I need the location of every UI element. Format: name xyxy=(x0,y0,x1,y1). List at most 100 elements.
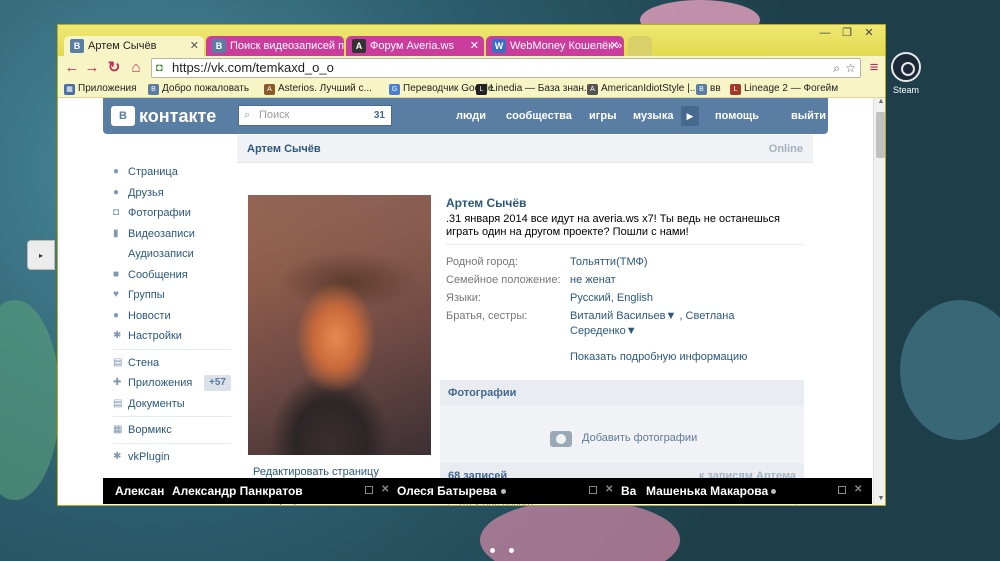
photos-heading: Фотографии xyxy=(448,387,517,399)
reload-icon[interactable]: ↻ xyxy=(104,58,124,78)
bookmark-item[interactable]: L Linedia — База знан... xyxy=(474,80,592,97)
google-translate-icon: G xyxy=(389,84,400,95)
bookmark-item[interactable]: A AmericanIdiotStyle |... xyxy=(585,80,698,97)
nav-games[interactable]: игры xyxy=(589,98,616,134)
menu-videos[interactable]: ▮ Видеозаписи xyxy=(113,226,195,242)
menu-vkplugin[interactable]: ✱ vkPlugin xyxy=(113,449,170,465)
tab-webmoney[interactable]: W WebMoney Кошелёк » Ко ✕ xyxy=(486,36,624,56)
scroll-down-icon[interactable]: ▼ xyxy=(874,495,885,505)
info-value-siblings[interactable]: Виталий Васильев▼ , Светлана xyxy=(570,310,734,322)
lineage-icon: L xyxy=(730,84,741,95)
photos-block-header[interactable]: Фотографии xyxy=(440,380,804,406)
chat-tab[interactable]: Машенька Макарова xyxy=(646,478,771,504)
nav-people[interactable]: люди xyxy=(456,98,486,134)
tab-averia-forum[interactable]: A Форум Averia.ws ✕ xyxy=(346,36,484,56)
page-scrollbar[interactable]: ▲ ▼ xyxy=(873,98,885,505)
profile-photo[interactable] xyxy=(248,195,431,455)
menu-apps[interactable]: ✚ Приложения xyxy=(113,375,192,391)
new-tab-button[interactable] xyxy=(628,36,652,56)
side-panel-handle[interactable]: ▸ xyxy=(27,240,55,270)
info-value-siblings-cont[interactable]: Середенко▼ xyxy=(570,325,637,337)
chat-name: Алексан xyxy=(115,484,165,498)
chat-name: Машенька Макарова xyxy=(646,484,769,498)
online-dot-icon xyxy=(501,489,506,494)
chat-tab[interactable]: Олеся Батырева xyxy=(397,478,507,504)
menu-news[interactable]: ● Новости xyxy=(113,308,171,324)
window-close-icon[interactable]: ✕ xyxy=(858,25,880,41)
back-arrow-icon[interactable]: ← xyxy=(62,58,82,78)
bookmark-item[interactable]: B вв xyxy=(694,80,721,97)
maximize-icon[interactable]: ❐ xyxy=(836,25,858,41)
webmoney-favicon-icon: W xyxy=(492,39,506,53)
chat-tab[interactable]: Алексан xyxy=(115,478,173,504)
menu-photos[interactable]: ◘ Фотографии xyxy=(113,205,191,221)
nav-music[interactable]: музыка xyxy=(633,98,673,134)
info-label-siblings: Братья, сестры: xyxy=(446,310,528,322)
puzzle-icon: ✚ xyxy=(113,377,122,388)
info-value-relationship[interactable]: не женат xyxy=(570,274,616,286)
add-photos-link[interactable]: Добавить фотографии xyxy=(582,432,697,444)
scrollbar-thumb[interactable] xyxy=(876,112,885,158)
forward-arrow-icon[interactable]: → xyxy=(82,58,102,78)
heart-icon: ♥ xyxy=(113,289,119,300)
chat-close-icon[interactable]: ✕ xyxy=(854,483,862,497)
menu-audio[interactable]: Аудиозаписи xyxy=(113,246,194,262)
menu-wormix[interactable]: ▦ Вормикс xyxy=(113,422,172,438)
nav-logout[interactable]: выйти xyxy=(791,98,826,134)
chat-minimize-icon[interactable] xyxy=(365,486,373,494)
chat-minimize-icon[interactable] xyxy=(838,486,846,494)
menu-icon[interactable]: ≡ xyxy=(864,58,884,78)
chat-close-icon[interactable]: ✕ xyxy=(605,483,613,497)
close-icon[interactable]: ✕ xyxy=(470,36,479,56)
chat-tab[interactable]: Ва xyxy=(621,478,641,504)
menu-settings[interactable]: ✱ Настройки xyxy=(113,328,182,344)
menu-my-page[interactable]: ● Страница xyxy=(113,164,178,180)
bookmark-item[interactable]: L Lineage 2 — Фогейм xyxy=(728,80,838,97)
vk-favicon-icon: B xyxy=(696,84,707,95)
edit-page-link[interactable]: Редактировать страницу xyxy=(253,466,379,478)
minimize-icon[interactable]: — xyxy=(814,25,836,41)
menu-friends[interactable]: ● Друзья xyxy=(113,185,164,201)
bookmark-star-icon[interactable]: ☆ xyxy=(845,59,856,77)
show-more-info-link[interactable]: Показать подробную информацию xyxy=(570,351,747,363)
info-value-hometown[interactable]: Тольятти(ТМФ) xyxy=(570,256,648,268)
menu-label: Аудиозаписи xyxy=(128,248,194,260)
page-viewport: В контакте ⌕ Поиск 31 люди сообщества иг… xyxy=(58,98,873,505)
chat-tab[interactable]: Александр Панкратов xyxy=(172,478,322,504)
tab-label: Форум Averia.ws xyxy=(370,40,454,52)
nav-communities[interactable]: сообщества xyxy=(506,98,572,134)
scroll-up-icon[interactable]: ▲ xyxy=(874,98,885,110)
chat-minimize-icon[interactable] xyxy=(589,486,597,494)
pager-dot[interactable] xyxy=(490,548,495,553)
search-input[interactable]: ⌕ Поиск 31 xyxy=(238,105,392,126)
chat-name: Ва xyxy=(621,484,637,498)
tab-video-search[interactable]: В Поиск видеозаписей по xyxy=(206,36,344,56)
bookmark-item[interactable]: B Добро пожаловать xyxy=(146,80,249,97)
address-bar[interactable]: ◘ https://vk.com/temkaxd_o_o ⌕ ☆ xyxy=(151,58,861,78)
camera-icon xyxy=(550,431,572,447)
nav-help[interactable]: помощь xyxy=(715,98,759,134)
menu-messages[interactable]: ■ Сообщения xyxy=(113,267,188,283)
vk-logo[interactable]: В контакте xyxy=(111,104,216,128)
tab-active-profile[interactable]: В Артем Сычёв ✕ xyxy=(64,36,204,56)
menu-label: Группы xyxy=(128,289,165,301)
menu-wall[interactable]: ▤ Стена xyxy=(113,355,159,371)
steam-desktop-shortcut[interactable]: Steam xyxy=(888,52,924,95)
pager-dot[interactable] xyxy=(509,548,514,553)
chat-bar: Алексан Александр Панкратов ✕ Олеся Баты… xyxy=(103,478,872,504)
play-icon[interactable]: ▶ xyxy=(681,106,699,126)
zoom-icon[interactable]: ⌕ xyxy=(833,59,840,77)
bookmark-item[interactable]: ▦ Приложения xyxy=(62,80,137,97)
close-icon[interactable]: ✕ xyxy=(190,36,199,56)
menu-documents[interactable]: ▤ Документы xyxy=(113,396,185,412)
chat-close-icon[interactable]: ✕ xyxy=(381,483,389,497)
menu-label: Приложения xyxy=(128,377,193,389)
menu-label: Фотографии xyxy=(128,207,191,219)
home-icon[interactable]: ⌂ xyxy=(126,58,146,78)
close-icon[interactable]: ✕ xyxy=(610,36,619,56)
menu-groups[interactable]: ♥ Группы xyxy=(113,287,165,303)
info-value-languages: Русский, English xyxy=(570,292,654,304)
profile-status[interactable]: .31 января 2014 все идут на averia.ws x7… xyxy=(446,213,796,239)
profile-header-bar: Артем Сычёв Online xyxy=(237,135,813,163)
bookmark-item[interactable]: A Asterios. Лучший с... xyxy=(262,80,372,97)
